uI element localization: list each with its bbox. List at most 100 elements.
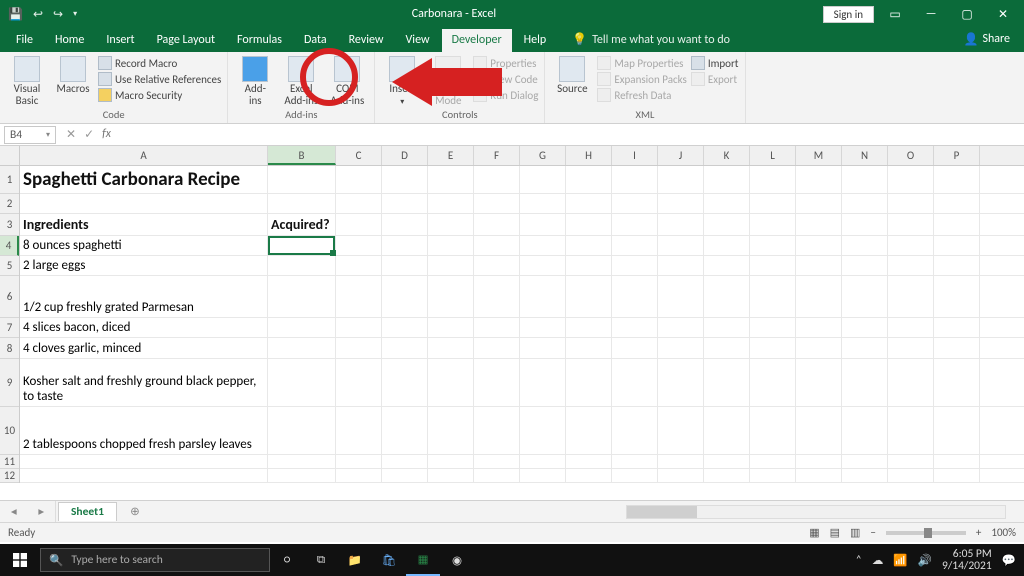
col-header-C[interactable]: C [336,146,382,165]
cell-D7[interactable] [382,318,428,337]
cell-C9[interactable] [336,359,382,406]
notifications-icon[interactable]: 💬 [1002,553,1016,568]
cell-I3[interactable] [612,214,658,235]
row-header-10[interactable]: 10 [0,407,19,455]
col-header-D[interactable]: D [382,146,428,165]
cell-A9[interactable]: Kosher salt and freshly ground black pep… [20,359,268,406]
cell-H3[interactable] [566,214,612,235]
cell-O2[interactable] [888,194,934,213]
cell-M11[interactable] [796,455,842,468]
row-header-12[interactable]: 12 [0,469,19,483]
use-relative-refs-button[interactable]: Use Relative References [98,72,221,86]
cell-D3[interactable] [382,214,428,235]
cell-L4[interactable] [750,236,796,255]
view-page-layout-icon[interactable]: ▤ [830,526,840,539]
cell-B8[interactable] [268,338,336,358]
cell-I7[interactable] [612,318,658,337]
cell-I5[interactable] [612,256,658,275]
cell-K4[interactable] [704,236,750,255]
cell-K2[interactable] [704,194,750,213]
cell-J12[interactable] [658,469,704,482]
cell-G1[interactable] [520,166,566,193]
cell-N3[interactable] [842,214,888,235]
cell-D1[interactable] [382,166,428,193]
cells-area[interactable]: Spaghetti Carbonara RecipeIngredientsAcq… [20,166,1024,500]
cell-P1[interactable] [934,166,980,193]
cell-H2[interactable] [566,194,612,213]
excel-taskbar-icon[interactable]: ▦ [406,544,440,576]
cell-B2[interactable] [268,194,336,213]
system-tray[interactable]: ˄ ☁ 📶 🔊 6:05 PM 9/14/2021 💬 [856,548,1024,572]
macros-button[interactable]: Macros [52,54,94,95]
cell-F7[interactable] [474,318,520,337]
cell-N9[interactable] [842,359,888,406]
cell-F11[interactable] [474,455,520,468]
cell-K5[interactable] [704,256,750,275]
cell-G2[interactable] [520,194,566,213]
col-header-P[interactable]: P [934,146,980,165]
cell-B4[interactable] [268,236,336,255]
cell-F3[interactable] [474,214,520,235]
tab-review[interactable]: Review [339,29,394,52]
cell-J3[interactable] [658,214,704,235]
col-header-M[interactable]: M [796,146,842,165]
save-icon[interactable]: 💾 [8,7,23,22]
cell-A11[interactable] [20,455,268,468]
view-normal-icon[interactable]: ▦ [809,526,819,539]
cell-N2[interactable] [842,194,888,213]
col-header-H[interactable]: H [566,146,612,165]
cell-N5[interactable] [842,256,888,275]
cell-J5[interactable] [658,256,704,275]
cell-E11[interactable] [428,455,474,468]
cell-P8[interactable] [934,338,980,358]
cell-A6[interactable]: 1/2 cup freshly grated Parmesan [20,276,268,317]
tab-home[interactable]: Home [45,29,94,52]
cell-B10[interactable] [268,407,336,454]
store-icon[interactable]: 🛍 [372,544,406,576]
cell-P5[interactable] [934,256,980,275]
cell-H10[interactable] [566,407,612,454]
cell-M3[interactable] [796,214,842,235]
taskbar-clock[interactable]: 6:05 PM 9/14/2021 [942,548,992,572]
cell-O8[interactable] [888,338,934,358]
share-button[interactable]: 👤 Share [949,28,1024,52]
cell-O3[interactable] [888,214,934,235]
cell-L9[interactable] [750,359,796,406]
cell-B9[interactable] [268,359,336,406]
cell-O6[interactable] [888,276,934,317]
col-header-L[interactable]: L [750,146,796,165]
name-box[interactable]: B4 ▾ [4,126,56,144]
cell-K6[interactable] [704,276,750,317]
cell-G8[interactable] [520,338,566,358]
cell-N8[interactable] [842,338,888,358]
cell-G3[interactable] [520,214,566,235]
cell-O5[interactable] [888,256,934,275]
addins-button[interactable]: Add- ins [234,54,276,106]
cell-F4[interactable] [474,236,520,255]
cell-G11[interactable] [520,455,566,468]
properties-button[interactable]: Properties [473,56,538,70]
cell-L6[interactable] [750,276,796,317]
cell-K9[interactable] [704,359,750,406]
new-sheet-button[interactable]: ⊕ [125,504,145,519]
sign-in-button[interactable]: Sign in [823,6,874,23]
cell-B7[interactable] [268,318,336,337]
zoom-value[interactable]: 100% [991,526,1016,539]
run-dialog-button[interactable]: Run Dialog [473,88,538,102]
cell-B1[interactable] [268,166,336,193]
cell-O12[interactable] [888,469,934,482]
cell-K7[interactable] [704,318,750,337]
cell-C3[interactable] [336,214,382,235]
tab-insert[interactable]: Insert [96,29,144,52]
design-mode-button[interactable]: Design Mode [427,54,469,106]
cell-I11[interactable] [612,455,658,468]
cell-H8[interactable] [566,338,612,358]
enter-formula-icon[interactable]: ✓ [84,127,94,142]
cell-M10[interactable] [796,407,842,454]
tab-page-layout[interactable]: Page Layout [147,29,225,52]
tab-file[interactable]: File [6,29,43,52]
xml-source-button[interactable]: Source [551,54,593,95]
cell-H4[interactable] [566,236,612,255]
excel-addins-button[interactable]: Excel Add-ins [280,54,322,106]
worksheet-grid[interactable]: ABCDEFGHIJKLMNOP 123456789101112 Spaghet… [0,146,1024,500]
